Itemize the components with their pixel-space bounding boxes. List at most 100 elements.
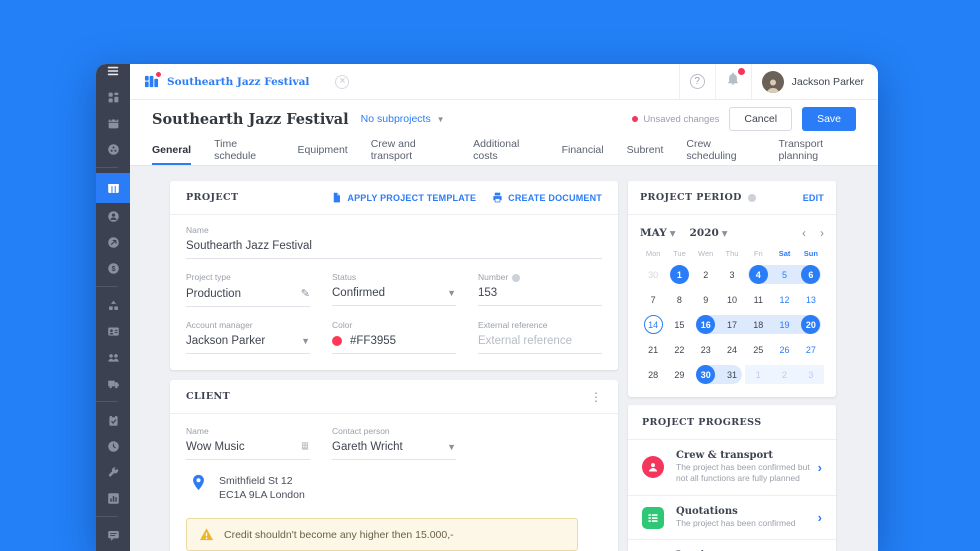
calendar-day[interactable]: 15 xyxy=(666,312,692,337)
calendar-day[interactable]: 2 xyxy=(771,362,798,387)
calendar-day[interactable]: 5 xyxy=(771,262,798,287)
progress-item-quotations[interactable]: Quotations The project has been confirmed… xyxy=(628,494,836,539)
sidebar-divider xyxy=(96,516,118,517)
project-tab[interactable]: Southearth Jazz Festival × xyxy=(130,64,363,99)
sidebar-item-crew[interactable] xyxy=(96,203,130,229)
sidebar-item-projects[interactable] xyxy=(96,173,130,203)
calendar-day[interactable]: 3 xyxy=(797,362,825,387)
calendar-day[interactable]: 12 xyxy=(771,287,797,312)
subprojects-dropdown[interactable]: No subprojects ▼ xyxy=(361,113,445,125)
sidebar-item-people[interactable] xyxy=(96,344,130,370)
edit-pencil-icon[interactable]: ✎ xyxy=(301,287,310,300)
calendar-day[interactable]: 21 xyxy=(640,337,666,362)
calendar-day[interactable]: 25 xyxy=(745,337,771,362)
tab-crew-and-transport[interactable]: Crew and transport xyxy=(371,138,450,165)
sidebar-item-dashboard[interactable] xyxy=(96,84,130,110)
month-select[interactable]: MAY ▼ xyxy=(640,227,676,239)
calendar-day[interactable]: 26 xyxy=(771,337,797,362)
name-field[interactable]: Name Southearth Jazz Festival xyxy=(186,225,602,259)
calendar-day[interactable]: 4 xyxy=(745,262,772,287)
tab-equipment[interactable]: Equipment xyxy=(298,138,348,165)
tab-crew-scheduling[interactable]: Crew scheduling xyxy=(686,138,755,165)
status-field[interactable]: Status Confirmed ▼ xyxy=(332,272,456,307)
calendar-day[interactable]: 23 xyxy=(693,337,719,362)
number-field[interactable]: Number 153 xyxy=(478,272,602,307)
calendar-day[interactable]: 30 xyxy=(640,262,666,287)
calendar-day[interactable]: 13 xyxy=(798,287,824,312)
sidebar-item-subrent[interactable] xyxy=(96,229,130,255)
user-menu[interactable]: Jackson Parker xyxy=(750,64,878,99)
kebab-menu-icon[interactable]: ⋮ xyxy=(590,390,602,404)
calendar-day[interactable]: 1 xyxy=(666,262,692,287)
tab-transport-planning[interactable]: Transport planning xyxy=(778,138,856,165)
tab-financial[interactable]: Financial xyxy=(562,138,604,165)
menu-icon[interactable] xyxy=(96,64,130,78)
bell-icon xyxy=(726,66,748,91)
save-button[interactable]: Save xyxy=(802,107,856,131)
calendar-day[interactable]: 19 xyxy=(771,312,798,337)
prev-month-button[interactable]: ‹ xyxy=(802,227,806,239)
color-field[interactable]: Color #FF3955 xyxy=(332,320,456,354)
calendar-day[interactable]: 1 xyxy=(745,362,772,387)
sidebar-item-tasks[interactable] xyxy=(96,407,130,433)
calendar-day[interactable]: 22 xyxy=(666,337,692,362)
calendar-day[interactable]: 7 xyxy=(640,287,666,312)
tab-subrent[interactable]: Subrent xyxy=(627,138,664,165)
calendar-day[interactable]: 3 xyxy=(719,262,745,287)
contact-person-field[interactable]: Contact person Gareth Wricht ▼ xyxy=(332,426,456,460)
color-swatch[interactable] xyxy=(332,336,342,346)
calendar-day[interactable]: 18 xyxy=(745,312,772,337)
notifications-button[interactable] xyxy=(714,64,751,99)
name-value: Southearth Jazz Festival xyxy=(186,240,312,252)
avatar xyxy=(761,70,784,93)
calendar-day[interactable]: 29 xyxy=(666,362,692,387)
sidebar-item-equipment[interactable] xyxy=(96,292,130,318)
help-button[interactable]: ? xyxy=(678,64,715,99)
tab-general[interactable]: General xyxy=(152,138,192,165)
sidebar-item-time[interactable] xyxy=(96,433,130,459)
calendar-day[interactable]: 14 xyxy=(640,312,666,337)
calendar-day[interactable]: 9 xyxy=(693,287,719,312)
sidebar-items: $ xyxy=(96,84,130,551)
sidebar-item-maintenance[interactable] xyxy=(96,459,130,485)
project-type-field[interactable]: Project type Production ✎ xyxy=(186,272,310,307)
calendar-day[interactable]: 10 xyxy=(719,287,745,312)
calendar-day[interactable]: 20 xyxy=(797,312,824,337)
sidebar-item-contacts[interactable] xyxy=(96,318,130,344)
chevron-right-icon[interactable]: › xyxy=(818,460,822,475)
apply-template-button[interactable]: APPLY PROJECT TEMPLATE xyxy=(331,192,476,203)
close-tab-icon[interactable]: × xyxy=(335,74,350,89)
external-reference-field[interactable]: External reference xyxy=(478,320,602,354)
year-select[interactable]: 2020 ▼ xyxy=(690,227,728,239)
client-name-field[interactable]: Name Wow Music xyxy=(186,426,310,460)
tab-time-schedule[interactable]: Time schedule xyxy=(214,138,274,165)
sidebar-item-reports[interactable] xyxy=(96,485,130,511)
create-document-button[interactable]: CREATE DOCUMENT xyxy=(492,192,602,203)
calendar-day[interactable]: 31 xyxy=(718,362,745,387)
sidebar-item-planboard[interactable] xyxy=(96,136,130,162)
external-reference-input[interactable] xyxy=(478,335,602,347)
calendar-day[interactable]: 27 xyxy=(798,337,824,362)
calendar-day[interactable]: 24 xyxy=(719,337,745,362)
sidebar-item-messages[interactable] xyxy=(96,522,130,548)
company-icon[interactable] xyxy=(300,441,310,453)
next-month-button[interactable]: › xyxy=(820,227,824,239)
cancel-button[interactable]: Cancel xyxy=(729,107,793,131)
edit-period-button[interactable]: EDIT xyxy=(803,193,824,203)
account-manager-field[interactable]: Account manager Jackson Parker ▼ xyxy=(186,320,310,354)
calendar-day[interactable]: 28 xyxy=(640,362,666,387)
sidebar-item-financial[interactable]: $ xyxy=(96,255,130,281)
calendar-day[interactable]: 8 xyxy=(666,287,692,312)
tab-additional-costs[interactable]: Additional costs xyxy=(473,138,538,165)
calendar-day[interactable]: 30 xyxy=(693,362,720,387)
chevron-right-icon[interactable]: › xyxy=(818,510,822,525)
sidebar-item-calendar[interactable] xyxy=(96,110,130,136)
sidebar-item-transport[interactable] xyxy=(96,370,130,396)
progress-item-invoices[interactable]: $InvoicesThere are still unpaid invoices… xyxy=(628,539,836,551)
calendar-day[interactable]: 17 xyxy=(718,312,746,337)
calendar-day[interactable]: 16 xyxy=(693,312,720,337)
calendar-day[interactable]: 6 xyxy=(797,262,824,287)
calendar-day[interactable]: 2 xyxy=(693,262,719,287)
progress-item-crew-transport[interactable]: Crew & transport The project has been con… xyxy=(628,439,836,495)
calendar-day[interactable]: 11 xyxy=(745,287,771,312)
